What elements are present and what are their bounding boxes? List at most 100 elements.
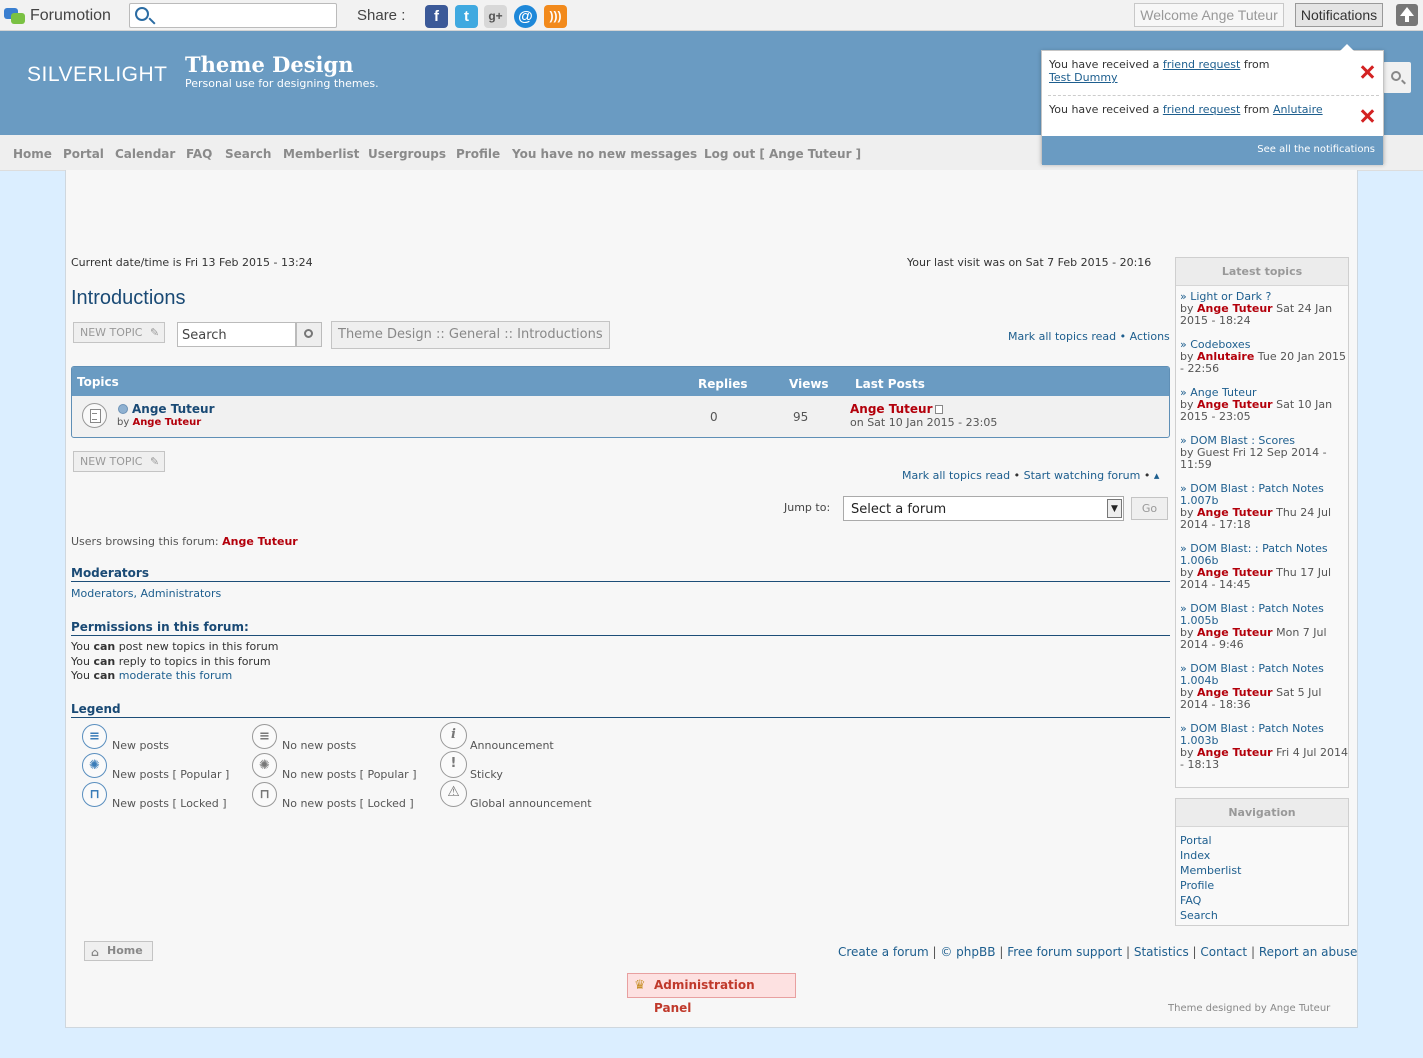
notification-item: You have received a friend request from … <box>1049 103 1339 116</box>
legend-new-posts-popular: New posts [ Popular ] <box>112 768 230 781</box>
friend-request-link[interactable]: friend request <box>1163 103 1240 116</box>
nav-messages[interactable]: You have no new messages <box>512 147 697 161</box>
bullet-separator: • <box>1013 469 1021 482</box>
list-item: » Codeboxes by Anlutaire Tue 20 Jan 2015 … <box>1180 339 1348 375</box>
email-icon[interactable]: @ <box>514 5 537 28</box>
friend-request-link[interactable]: friend request <box>1163 58 1240 71</box>
footer-home-button[interactable]: ⌂ Home <box>84 941 153 961</box>
nav-calendar[interactable]: Calendar <box>115 147 175 161</box>
footer-report-abuse[interactable]: Report an abuse <box>1259 945 1358 959</box>
unread-dot-icon <box>118 404 128 414</box>
forum-title[interactable]: Introductions <box>71 287 186 310</box>
close-icon[interactable] <box>1360 109 1374 123</box>
moderators-link[interactable]: Moderators, Administrators <box>71 587 221 600</box>
legend-heading: Legend <box>71 702 1170 718</box>
latest-topics-heading: Latest topics <box>1176 258 1348 286</box>
topic-title-link[interactable]: Ange Tuteur <box>132 402 214 416</box>
footer-contact[interactable]: Contact <box>1200 945 1247 959</box>
new-posts-popular-icon: ✺ <box>82 753 107 778</box>
nav-widget-search[interactable]: Search <box>1180 908 1241 923</box>
twitter-icon[interactable]: t <box>455 5 478 28</box>
footer-support[interactable]: Free forum support <box>1007 945 1122 959</box>
new-topic-button-bottom[interactable]: NEW TOPIC ✎ <box>73 451 165 472</box>
new-topic-button[interactable]: NEW TOPIC ✎ <box>73 322 165 343</box>
last-post-author-link[interactable]: Ange Tuteur <box>850 402 932 416</box>
toolbar-search-input[interactable] <box>129 3 337 28</box>
admin-panel-button[interactable]: ♛ Administration Panel <box>627 973 796 1015</box>
topic-by: by <box>117 417 130 428</box>
scroll-top-icon[interactable] <box>1396 4 1418 26</box>
mark-all-read-link-bottom[interactable]: Mark all topics read <box>902 469 1010 482</box>
rss-icon[interactable]: ))) <box>544 5 567 28</box>
start-watching-link[interactable]: Start watching forum <box>1024 469 1141 482</box>
notification-user-link[interactable]: Anlutaire <box>1273 103 1323 116</box>
see-all-notifications-link[interactable]: See all the notifications <box>1042 136 1383 165</box>
nav-widget-portal[interactable]: Portal <box>1180 833 1241 848</box>
bullet-separator: • <box>1119 330 1127 343</box>
scroll-up-icon[interactable]: ▴ <box>1154 469 1160 482</box>
mark-read-actions: Mark all topics read • Actions <box>1008 330 1170 343</box>
forum-search-input[interactable]: Search <box>177 322 296 347</box>
nav-widget-faq[interactable]: FAQ <box>1180 893 1241 908</box>
new-posts-icon: ≡ <box>82 724 107 749</box>
latest-topic-link[interactable]: » DOM Blast : Patch Notes 1.004b <box>1180 662 1324 687</box>
topic-views: 95 <box>793 410 809 424</box>
nav-portal[interactable]: Portal <box>63 147 104 161</box>
nav-memberlist[interactable]: Memberlist <box>283 147 359 161</box>
latest-topic-link[interactable]: » DOM Blast : Patch Notes 1.007b <box>1180 482 1324 507</box>
nav-logout[interactable]: Log out [ Ange Tuteur ] <box>704 147 861 161</box>
facebook-icon[interactable]: f <box>425 5 448 28</box>
no-new-posts-icon: ≡ <box>252 724 277 749</box>
forum-search-button[interactable] <box>296 322 322 347</box>
moderators-heading: Moderators <box>71 566 1170 582</box>
search-icon <box>1391 71 1401 81</box>
permission-can: can <box>93 654 116 668</box>
admin-panel-label: Administration Panel <box>654 978 755 1015</box>
header-views: Views <box>789 377 829 391</box>
header-last-posts: Last Posts <box>855 377 925 391</box>
nav-usergroups[interactable]: Usergroups <box>368 147 446 161</box>
jump-go-button[interactable]: Go <box>1131 497 1168 520</box>
legend-sticky: Sticky <box>470 768 503 781</box>
notifications-popup: You have received a friend request from … <box>1041 44 1384 165</box>
moderate-forum-link[interactable]: moderate this forum <box>119 669 232 682</box>
nav-widget-index[interactable]: Index <box>1180 848 1241 863</box>
jump-to-selected: Select a forum <box>851 502 947 517</box>
current-time: Current date/time is Fri 13 Feb 2015 - 1… <box>71 256 313 269</box>
actions-link[interactable]: Actions <box>1130 330 1170 343</box>
nav-home[interactable]: Home <box>13 147 52 161</box>
navigation-heading: Navigation <box>1176 799 1348 827</box>
mark-all-read-link[interactable]: Mark all topics read <box>1008 330 1116 343</box>
notifications-button[interactable]: Notifications <box>1295 3 1383 27</box>
view-latest-post-icon[interactable] <box>935 405 943 414</box>
footer-create-forum[interactable]: Create a forum <box>838 945 929 959</box>
header-search-button[interactable] <box>1383 62 1411 93</box>
breadcrumb[interactable]: Theme Design :: General :: Introductions <box>331 321 610 349</box>
latest-topic-link[interactable]: » DOM Blast : Patch Notes 1.003b <box>1180 722 1324 747</box>
close-icon[interactable] <box>1360 65 1374 79</box>
welcome-user-button[interactable]: Welcome Ange Tuteur <box>1134 3 1284 27</box>
footer-separator: | <box>932 945 937 959</box>
legend-global-announcement: Global announcement <box>470 797 592 810</box>
latest-topic-link[interactable]: » DOM Blast: : Patch Notes 1.006b <box>1180 542 1328 567</box>
jump-to-select[interactable]: Select a forum ▼ <box>843 496 1124 521</box>
footer-statistics[interactable]: Statistics <box>1134 945 1189 959</box>
legend-announcement: Announcement <box>470 739 554 752</box>
notification-user-link[interactable]: Test Dummy <box>1049 71 1118 84</box>
legend-no-new-posts-popular: No new posts [ Popular ] <box>282 768 417 781</box>
users-browsing-user[interactable]: Ange Tuteur <box>222 535 298 548</box>
site-logo[interactable]: SILVERLIGHT <box>27 63 167 87</box>
nav-widget-memberlist[interactable]: Memberlist <box>1180 863 1241 878</box>
popup-arrow <box>1340 44 1354 51</box>
nav-profile[interactable]: Profile <box>456 147 500 161</box>
forumotion-logo[interactable]: Forumotion <box>4 6 111 26</box>
footer-phpbb[interactable]: © phpBB <box>940 945 995 959</box>
google-plus-icon[interactable]: g+ <box>484 5 507 28</box>
topic-author-link[interactable]: Ange Tuteur <box>132 417 201 428</box>
share-label: Share : <box>357 7 406 24</box>
nav-widget-profile[interactable]: Profile <box>1180 878 1241 893</box>
nav-search[interactable]: Search <box>225 147 271 161</box>
latest-topic-link[interactable]: » DOM Blast : Patch Notes 1.005b <box>1180 602 1324 627</box>
footer-separator: | <box>1192 945 1197 959</box>
nav-faq[interactable]: FAQ <box>186 147 212 161</box>
